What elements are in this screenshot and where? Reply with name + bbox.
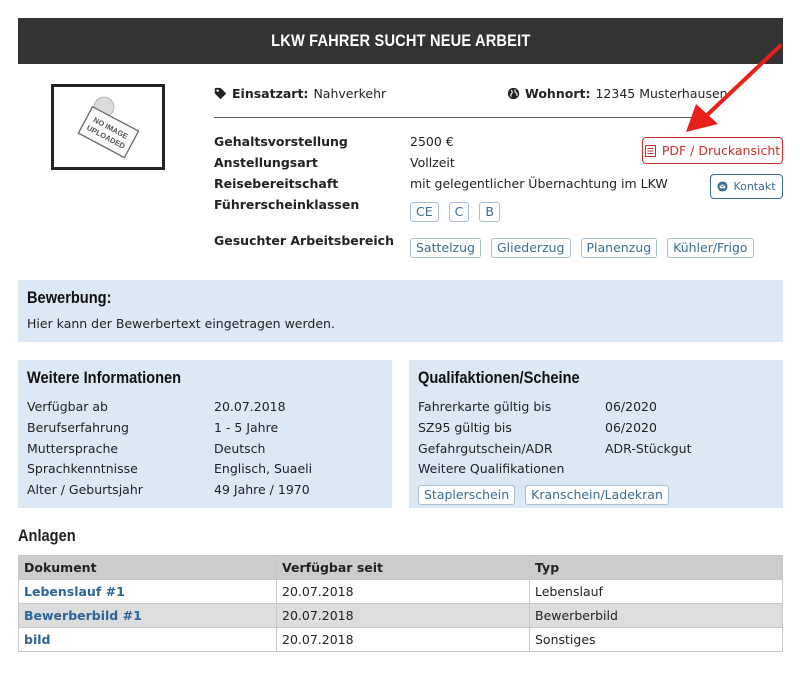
column-header: Typ [529, 555, 783, 580]
quali-key: Fahrerkarte gültig bis [418, 399, 552, 414]
table-cell: 20.07.2018 [276, 627, 530, 652]
table-cell: Bewerberbild [529, 603, 783, 628]
table-row: Lebenslauf #1 20.07.2018 Lebenslauf [18, 579, 783, 604]
table-row: Bewerberbild #1 20.07.2018 Bewerberbild [18, 603, 783, 628]
table-cell: 20.07.2018 [276, 603, 530, 628]
license-tag: CE [410, 202, 439, 222]
bewerbung-title: Bewerbung: [27, 288, 112, 307]
info-value: 49 Jahre / 1970 [214, 482, 310, 497]
quali-value: 06/2020 [605, 420, 657, 435]
table-cell: Bewerberbild #1 [18, 603, 277, 628]
quali-tag: Kranschein/Ladekran [525, 485, 669, 505]
page-header: LKW FAHRER SUCHT NEUE ARBEIT [18, 18, 783, 64]
pdf-print-button[interactable]: PDF / Druckansicht [642, 137, 783, 164]
quali-title: Qualifaktionen/Scheine [418, 368, 580, 387]
profile-photo-placeholder: NO IMAGE UPLOADED [51, 84, 165, 170]
wohnort-row: Wohnort: 12345 Musterhausen [507, 84, 728, 102]
fact-label: Anstellungsart [214, 155, 318, 170]
quali-value: 06/2020 [605, 399, 657, 414]
info-key: Verfügbar ab [27, 399, 108, 414]
table-cell: Lebenslauf #1 [18, 579, 277, 604]
envelope-icon [717, 181, 728, 192]
bewerbung-text: Hier kann der Bewerbertext eingetragen w… [27, 316, 335, 331]
work-areas: Sattelzug Gliederzug Planenzug Kühler/Fr… [410, 238, 754, 258]
fact-value: mit gelegentlicher Übernachtung im LKW [410, 176, 668, 191]
anlagen-table: Dokument Verfügbar seit Typ Lebenslauf #… [18, 555, 783, 652]
fact-label: Reisebereitschaft [214, 176, 339, 191]
work-area-tag: Sattelzug [410, 238, 481, 258]
header-divider [214, 117, 698, 118]
info-key: Alter / Geburtsjahr [27, 482, 143, 497]
quali-tag: Staplerschein [418, 485, 516, 505]
work-area-tag: Planenzug [580, 238, 658, 258]
pdf-button-label: PDF / Druckansicht [661, 143, 781, 158]
einsatzart-value: Nahverkehr [313, 85, 387, 101]
page-title: LKW FAHRER SUCHT NEUE ARBEIT [270, 31, 531, 50]
info-value: Englisch, Suaeli [214, 461, 313, 476]
document-link[interactable]: bild [24, 632, 50, 647]
tag-icon [214, 87, 227, 99]
table-cell: Sonstiges [529, 627, 783, 652]
work-area-tag: Gliederzug [490, 238, 571, 258]
quali-tags: Staplerschein Kranschein/Ladekran [418, 485, 669, 505]
fact-label: Gehaltsvorstellung [214, 134, 348, 149]
no-image-icon: NO IMAGE UPLOADED [77, 96, 140, 159]
info-value: 20.07.2018 [214, 399, 286, 414]
info-key: Muttersprache [27, 441, 119, 456]
quali-key: Gefahrgutschein/ADR [418, 441, 553, 456]
column-header: Dokument [18, 555, 277, 580]
table-cell: 20.07.2018 [276, 579, 530, 604]
quali-key: SZ95 gültig bis [418, 420, 512, 435]
license-tag: B [479, 202, 500, 222]
wohnort-label: Wohnort: [525, 85, 591, 101]
wohnort-value: 12345 Musterhausen [595, 85, 728, 101]
quali-value: ADR-Stückgut [605, 441, 692, 456]
column-header: Verfügbar seit [276, 555, 530, 580]
work-area-tag: Kühler/Frigo [667, 238, 754, 258]
info-key: Sprachkenntnisse [27, 461, 138, 476]
anlagen-title: Anlagen [18, 526, 76, 545]
table-cell: bild [18, 627, 277, 652]
fact-label: Führerscheinklassen [214, 197, 360, 212]
license-tag: C [448, 202, 470, 222]
table-row: bild 20.07.2018 Sonstiges [18, 627, 783, 652]
table-header-row: Dokument Verfügbar seit Typ [18, 555, 783, 580]
document-link[interactable]: Lebenslauf #1 [24, 584, 125, 599]
einsatzart-label: Einsatzart: [232, 85, 309, 101]
document-link[interactable]: Bewerberbild #1 [24, 608, 142, 623]
globe-icon [507, 87, 520, 99]
license-classes: CE C B [410, 202, 500, 222]
document-icon [644, 144, 656, 157]
einsatzart-row: Einsatzart: Nahverkehr [214, 84, 386, 102]
table-cell: Lebenslauf [529, 579, 783, 604]
contact-button[interactable]: Kontakt [710, 174, 783, 199]
fact-value: 2500 € [410, 134, 454, 149]
info-value: Deutsch [214, 441, 266, 456]
bewerbung-panel: Bewerbung: Hier kann der Bewerbertext ei… [18, 280, 783, 342]
fact-value: Vollzeit [410, 155, 455, 170]
info-value: 1 - 5 Jahre [214, 420, 279, 435]
info-key: Berufserfahrung [27, 420, 129, 435]
weitere-informationen-panel: Weitere Informationen Verfügbar ab 20.07.… [18, 360, 392, 508]
fact-label: Gesuchter Arbeitsbereich [214, 233, 394, 248]
qualifikationen-panel: Qualifaktionen/Scheine Fahrerkarte gülti… [409, 360, 783, 508]
weitere-title: Weitere Informationen [27, 368, 182, 387]
contact-button-label: Kontakt [733, 180, 776, 193]
quali-key: Weitere Qualifikationen [418, 461, 565, 476]
